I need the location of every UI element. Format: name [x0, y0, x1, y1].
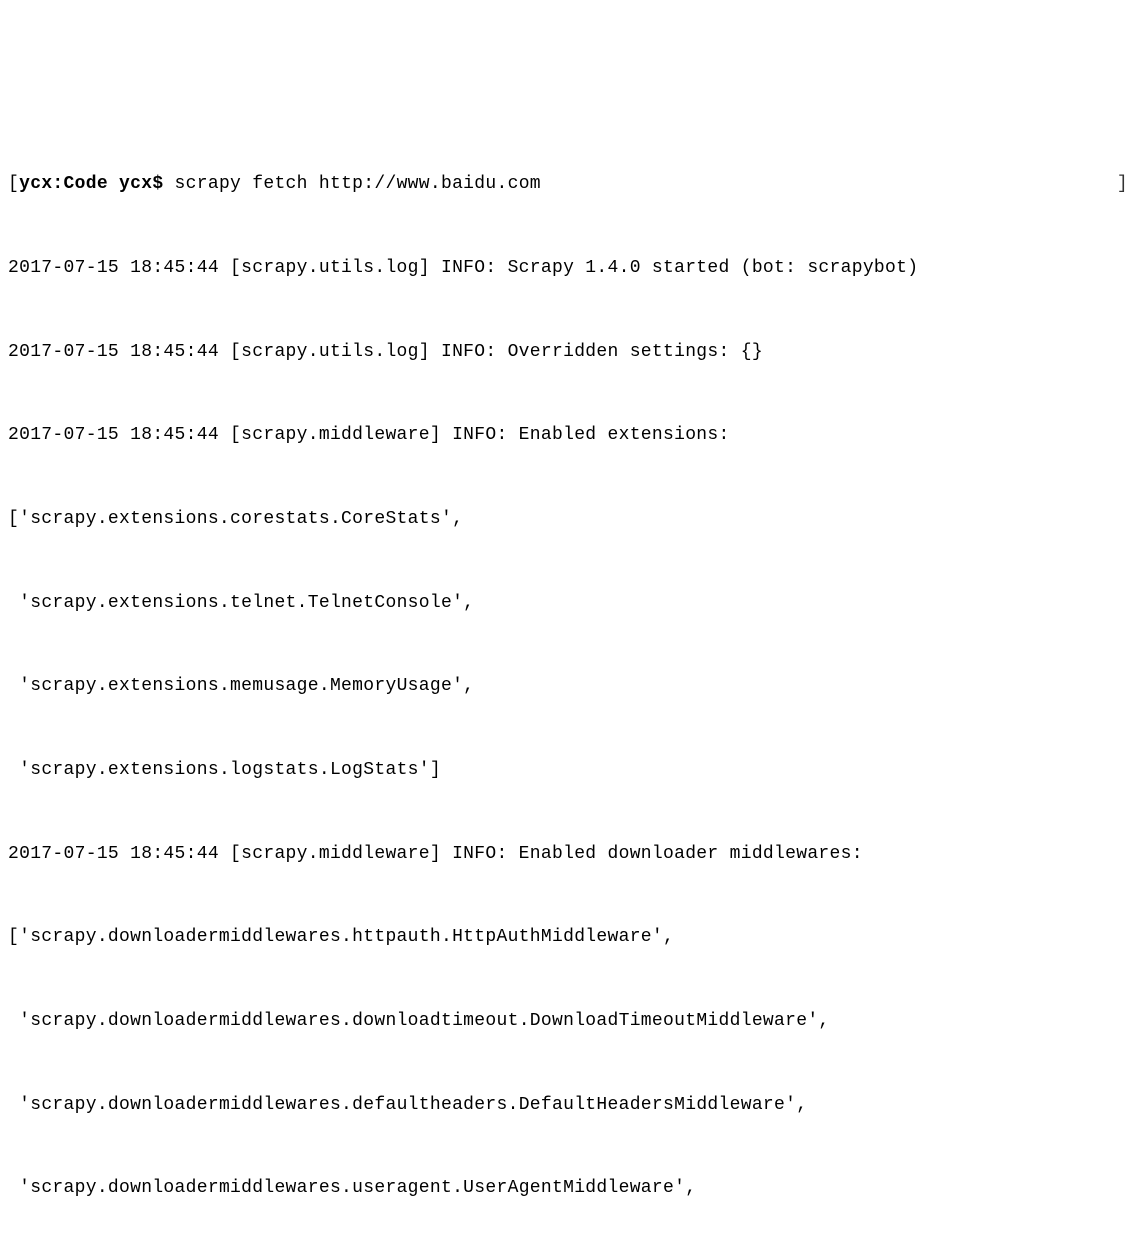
- log-line: 2017-07-15 18:45:44 [scrapy.middleware] …: [8, 841, 1128, 869]
- log-line: 'scrapy.downloadermiddlewares.useragent.…: [8, 1175, 1128, 1203]
- log-line: ['scrapy.extensions.corestats.CoreStats'…: [8, 506, 1128, 534]
- log-line: 'scrapy.extensions.telnet.TelnetConsole'…: [8, 590, 1128, 618]
- terminal-output: [ycx:Code ycx$ scrapy fetch http://www.b…: [8, 116, 1128, 1240]
- bracket-close: ]: [1117, 171, 1128, 199]
- log-line: 'scrapy.downloadermiddlewares.defaulthea…: [8, 1092, 1128, 1120]
- log-line: 2017-07-15 18:45:44 [scrapy.utils.log] I…: [8, 255, 1128, 283]
- terminal-prompt: ycx:Code ycx$: [19, 174, 163, 194]
- log-line: 'scrapy.downloadermiddlewares.downloadti…: [8, 1008, 1128, 1036]
- log-line: ['scrapy.downloadermiddlewares.httpauth.…: [8, 924, 1128, 952]
- terminal-command: scrapy fetch http://www.baidu.com: [163, 174, 540, 194]
- log-line: 'scrapy.extensions.memusage.MemoryUsage'…: [8, 673, 1128, 701]
- log-line: 2017-07-15 18:45:44 [scrapy.middleware] …: [8, 422, 1128, 450]
- log-line: 'scrapy.extensions.logstats.LogStats']: [8, 757, 1128, 785]
- log-line: 2017-07-15 18:45:44 [scrapy.utils.log] I…: [8, 339, 1128, 367]
- terminal-prompt-line: [ycx:Code ycx$ scrapy fetch http://www.b…: [8, 171, 1128, 199]
- bracket-open: [: [8, 174, 19, 194]
